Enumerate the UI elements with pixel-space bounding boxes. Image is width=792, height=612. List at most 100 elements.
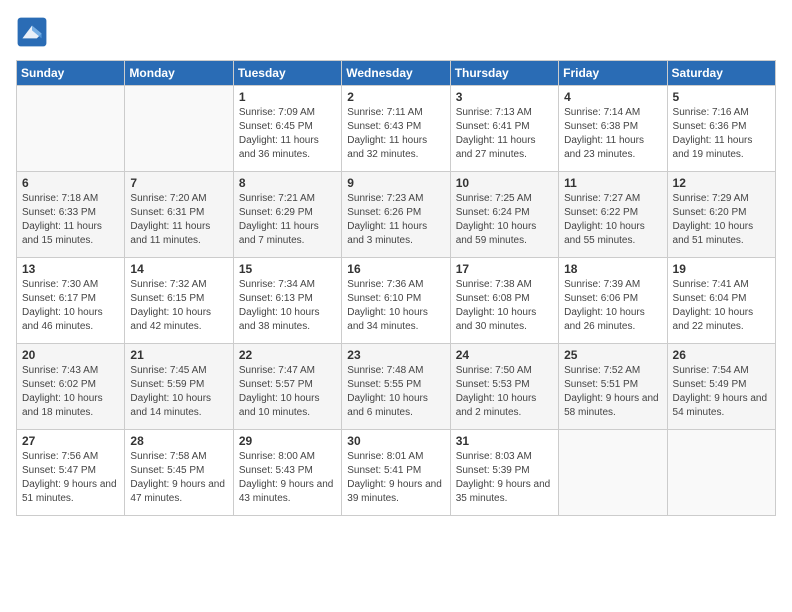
cell-content: Sunrise: 8:01 AM Sunset: 5:41 PM Dayligh… <box>347 450 444 506</box>
calendar-cell: 25Sunrise: 7:52 AM Sunset: 5:51 PM Dayli… <box>559 344 667 430</box>
day-number: 20 <box>22 348 119 362</box>
calendar-cell: 9 Sunrise: 7:23 AM Sunset: 6:26 PM Daylig… <box>342 172 450 258</box>
cell-content: Sunrise: 8:03 AM Sunset: 5:39 PM Dayligh… <box>456 450 553 506</box>
cell-content: Sunrise: 7:34 AM Sunset: 6:13 PM Dayligh… <box>239 278 336 334</box>
day-number: 18 <box>564 262 661 276</box>
calendar-cell: 19 Sunrise: 7:41 AM Sunset: 6:04 PM Dayli… <box>667 258 775 344</box>
day-number: 6 <box>22 176 119 190</box>
day-number: 8 <box>239 176 336 190</box>
day-header-monday: Monday <box>125 61 233 86</box>
day-number: 4 <box>564 90 661 104</box>
cell-content: Sunrise: 7:32 AM Sunset: 6:15 PM Dayligh… <box>130 278 227 334</box>
calendar-cell: 10Sunrise: 7:25 AM Sunset: 6:24 PM Dayli… <box>450 172 558 258</box>
calendar-cell: 7 Sunrise: 7:20 AM Sunset: 6:31 PM Daylig… <box>125 172 233 258</box>
cell-content: Sunrise: 7:14 AM Sunset: 6:38 PM Dayligh… <box>564 106 661 162</box>
page-header <box>16 16 776 48</box>
cell-content: Sunrise: 7:56 AM Sunset: 5:47 PM Dayligh… <box>22 450 119 506</box>
cell-content: Sunrise: 7:11 AM Sunset: 6:43 PM Dayligh… <box>347 106 444 162</box>
calendar-cell: 17 Sunrise: 7:38 AM Sunset: 6:08 PM Dayli… <box>450 258 558 344</box>
day-number: 22 <box>239 348 336 362</box>
cell-content: Sunrise: 7:54 AM Sunset: 5:49 PM Dayligh… <box>673 364 770 420</box>
cell-content: Sunrise: 7:45 AM Sunset: 5:59 PM Dayligh… <box>130 364 227 420</box>
calendar-cell: 15 Sunrise: 7:34 AM Sunset: 6:13 PM Dayli… <box>233 258 341 344</box>
week-row-4: 20Sunrise: 7:43 AM Sunset: 6:02 PM Dayli… <box>17 344 776 430</box>
day-number: 2 <box>347 90 444 104</box>
day-number: 16 <box>347 262 444 276</box>
calendar-table: SundayMondayTuesdayWednesdayThursdayFrid… <box>16 60 776 516</box>
day-number: 24 <box>456 348 553 362</box>
calendar-cell: 23 Sunrise: 7:48 AM Sunset: 5:55 PM Dayli… <box>342 344 450 430</box>
day-number: 30 <box>347 434 444 448</box>
cell-content: Sunrise: 7:20 AM Sunset: 6:31 PM Dayligh… <box>130 192 227 248</box>
cell-content: Sunrise: 7:38 AM Sunset: 6:08 PM Dayligh… <box>456 278 553 334</box>
day-number: 12 <box>673 176 770 190</box>
cell-content: Sunrise: 7:29 AM Sunset: 6:20 PM Dayligh… <box>673 192 770 248</box>
cell-content: Sunrise: 7:39 AM Sunset: 6:06 PM Dayligh… <box>564 278 661 334</box>
calendar-cell: 24 Sunrise: 7:50 AM Sunset: 5:53 PM Dayli… <box>450 344 558 430</box>
calendar-cell <box>125 86 233 172</box>
cell-content: Sunrise: 7:47 AM Sunset: 5:57 PM Dayligh… <box>239 364 336 420</box>
day-header-saturday: Saturday <box>667 61 775 86</box>
calendar-cell: 31 Sunrise: 8:03 AM Sunset: 5:39 PM Dayli… <box>450 430 558 516</box>
day-number: 13 <box>22 262 119 276</box>
day-number: 5 <box>673 90 770 104</box>
calendar-cell: 5 Sunrise: 7:16 AM Sunset: 6:36 PM Daylig… <box>667 86 775 172</box>
day-number: 23 <box>347 348 444 362</box>
calendar-cell: 27 Sunrise: 7:56 AM Sunset: 5:47 PM Dayli… <box>17 430 125 516</box>
header-row: SundayMondayTuesdayWednesdayThursdayFrid… <box>17 61 776 86</box>
cell-content: Sunrise: 7:41 AM Sunset: 6:04 PM Dayligh… <box>673 278 770 334</box>
day-number: 10 <box>456 176 553 190</box>
cell-content: Sunrise: 7:09 AM Sunset: 6:45 PM Dayligh… <box>239 106 336 162</box>
day-header-wednesday: Wednesday <box>342 61 450 86</box>
calendar-cell: 20Sunrise: 7:43 AM Sunset: 6:02 PM Dayli… <box>17 344 125 430</box>
day-number: 15 <box>239 262 336 276</box>
cell-content: Sunrise: 7:13 AM Sunset: 6:41 PM Dayligh… <box>456 106 553 162</box>
calendar-cell <box>559 430 667 516</box>
day-number: 29 <box>239 434 336 448</box>
logo-icon <box>16 16 48 48</box>
calendar-cell: 6 Sunrise: 7:18 AM Sunset: 6:33 PM Daylig… <box>17 172 125 258</box>
day-number: 7 <box>130 176 227 190</box>
cell-content: Sunrise: 7:58 AM Sunset: 5:45 PM Dayligh… <box>130 450 227 506</box>
week-row-3: 13 Sunrise: 7:30 AM Sunset: 6:17 PM Dayli… <box>17 258 776 344</box>
cell-content: Sunrise: 7:16 AM Sunset: 6:36 PM Dayligh… <box>673 106 770 162</box>
cell-content: Sunrise: 7:36 AM Sunset: 6:10 PM Dayligh… <box>347 278 444 334</box>
calendar-cell: 13 Sunrise: 7:30 AM Sunset: 6:17 PM Dayli… <box>17 258 125 344</box>
cell-content: Sunrise: 7:50 AM Sunset: 5:53 PM Dayligh… <box>456 364 553 420</box>
cell-content: Sunrise: 7:23 AM Sunset: 6:26 PM Dayligh… <box>347 192 444 248</box>
day-number: 27 <box>22 434 119 448</box>
day-header-thursday: Thursday <box>450 61 558 86</box>
cell-content: Sunrise: 7:48 AM Sunset: 5:55 PM Dayligh… <box>347 364 444 420</box>
cell-content: Sunrise: 8:00 AM Sunset: 5:43 PM Dayligh… <box>239 450 336 506</box>
week-row-1: 1 Sunrise: 7:09 AM Sunset: 6:45 PM Daylig… <box>17 86 776 172</box>
day-number: 11 <box>564 176 661 190</box>
day-number: 19 <box>673 262 770 276</box>
calendar-cell: 30 Sunrise: 8:01 AM Sunset: 5:41 PM Dayli… <box>342 430 450 516</box>
calendar-cell: 3 Sunrise: 7:13 AM Sunset: 6:41 PM Daylig… <box>450 86 558 172</box>
calendar-cell: 12 Sunrise: 7:29 AM Sunset: 6:20 PM Dayli… <box>667 172 775 258</box>
calendar-cell: 21 Sunrise: 7:45 AM Sunset: 5:59 PM Dayli… <box>125 344 233 430</box>
calendar-cell <box>667 430 775 516</box>
calendar-cell: 14Sunrise: 7:32 AM Sunset: 6:15 PM Dayli… <box>125 258 233 344</box>
calendar-cell: 11Sunrise: 7:27 AM Sunset: 6:22 PM Dayli… <box>559 172 667 258</box>
day-number: 31 <box>456 434 553 448</box>
week-row-2: 6 Sunrise: 7:18 AM Sunset: 6:33 PM Daylig… <box>17 172 776 258</box>
cell-content: Sunrise: 7:21 AM Sunset: 6:29 PM Dayligh… <box>239 192 336 248</box>
day-number: 17 <box>456 262 553 276</box>
day-header-sunday: Sunday <box>17 61 125 86</box>
cell-content: Sunrise: 7:52 AM Sunset: 5:51 PM Dayligh… <box>564 364 661 420</box>
cell-content: Sunrise: 7:30 AM Sunset: 6:17 PM Dayligh… <box>22 278 119 334</box>
cell-content: Sunrise: 7:18 AM Sunset: 6:33 PM Dayligh… <box>22 192 119 248</box>
day-number: 9 <box>347 176 444 190</box>
calendar-cell: 4 Sunrise: 7:14 AM Sunset: 6:38 PM Daylig… <box>559 86 667 172</box>
week-row-5: 27 Sunrise: 7:56 AM Sunset: 5:47 PM Dayli… <box>17 430 776 516</box>
calendar-cell: 29 Sunrise: 8:00 AM Sunset: 5:43 PM Dayli… <box>233 430 341 516</box>
day-number: 3 <box>456 90 553 104</box>
logo <box>16 16 52 48</box>
calendar-cell: 28Sunrise: 7:58 AM Sunset: 5:45 PM Dayli… <box>125 430 233 516</box>
calendar-cell: 26 Sunrise: 7:54 AM Sunset: 5:49 PM Dayli… <box>667 344 775 430</box>
day-header-tuesday: Tuesday <box>233 61 341 86</box>
day-number: 21 <box>130 348 227 362</box>
day-number: 1 <box>239 90 336 104</box>
day-number: 26 <box>673 348 770 362</box>
